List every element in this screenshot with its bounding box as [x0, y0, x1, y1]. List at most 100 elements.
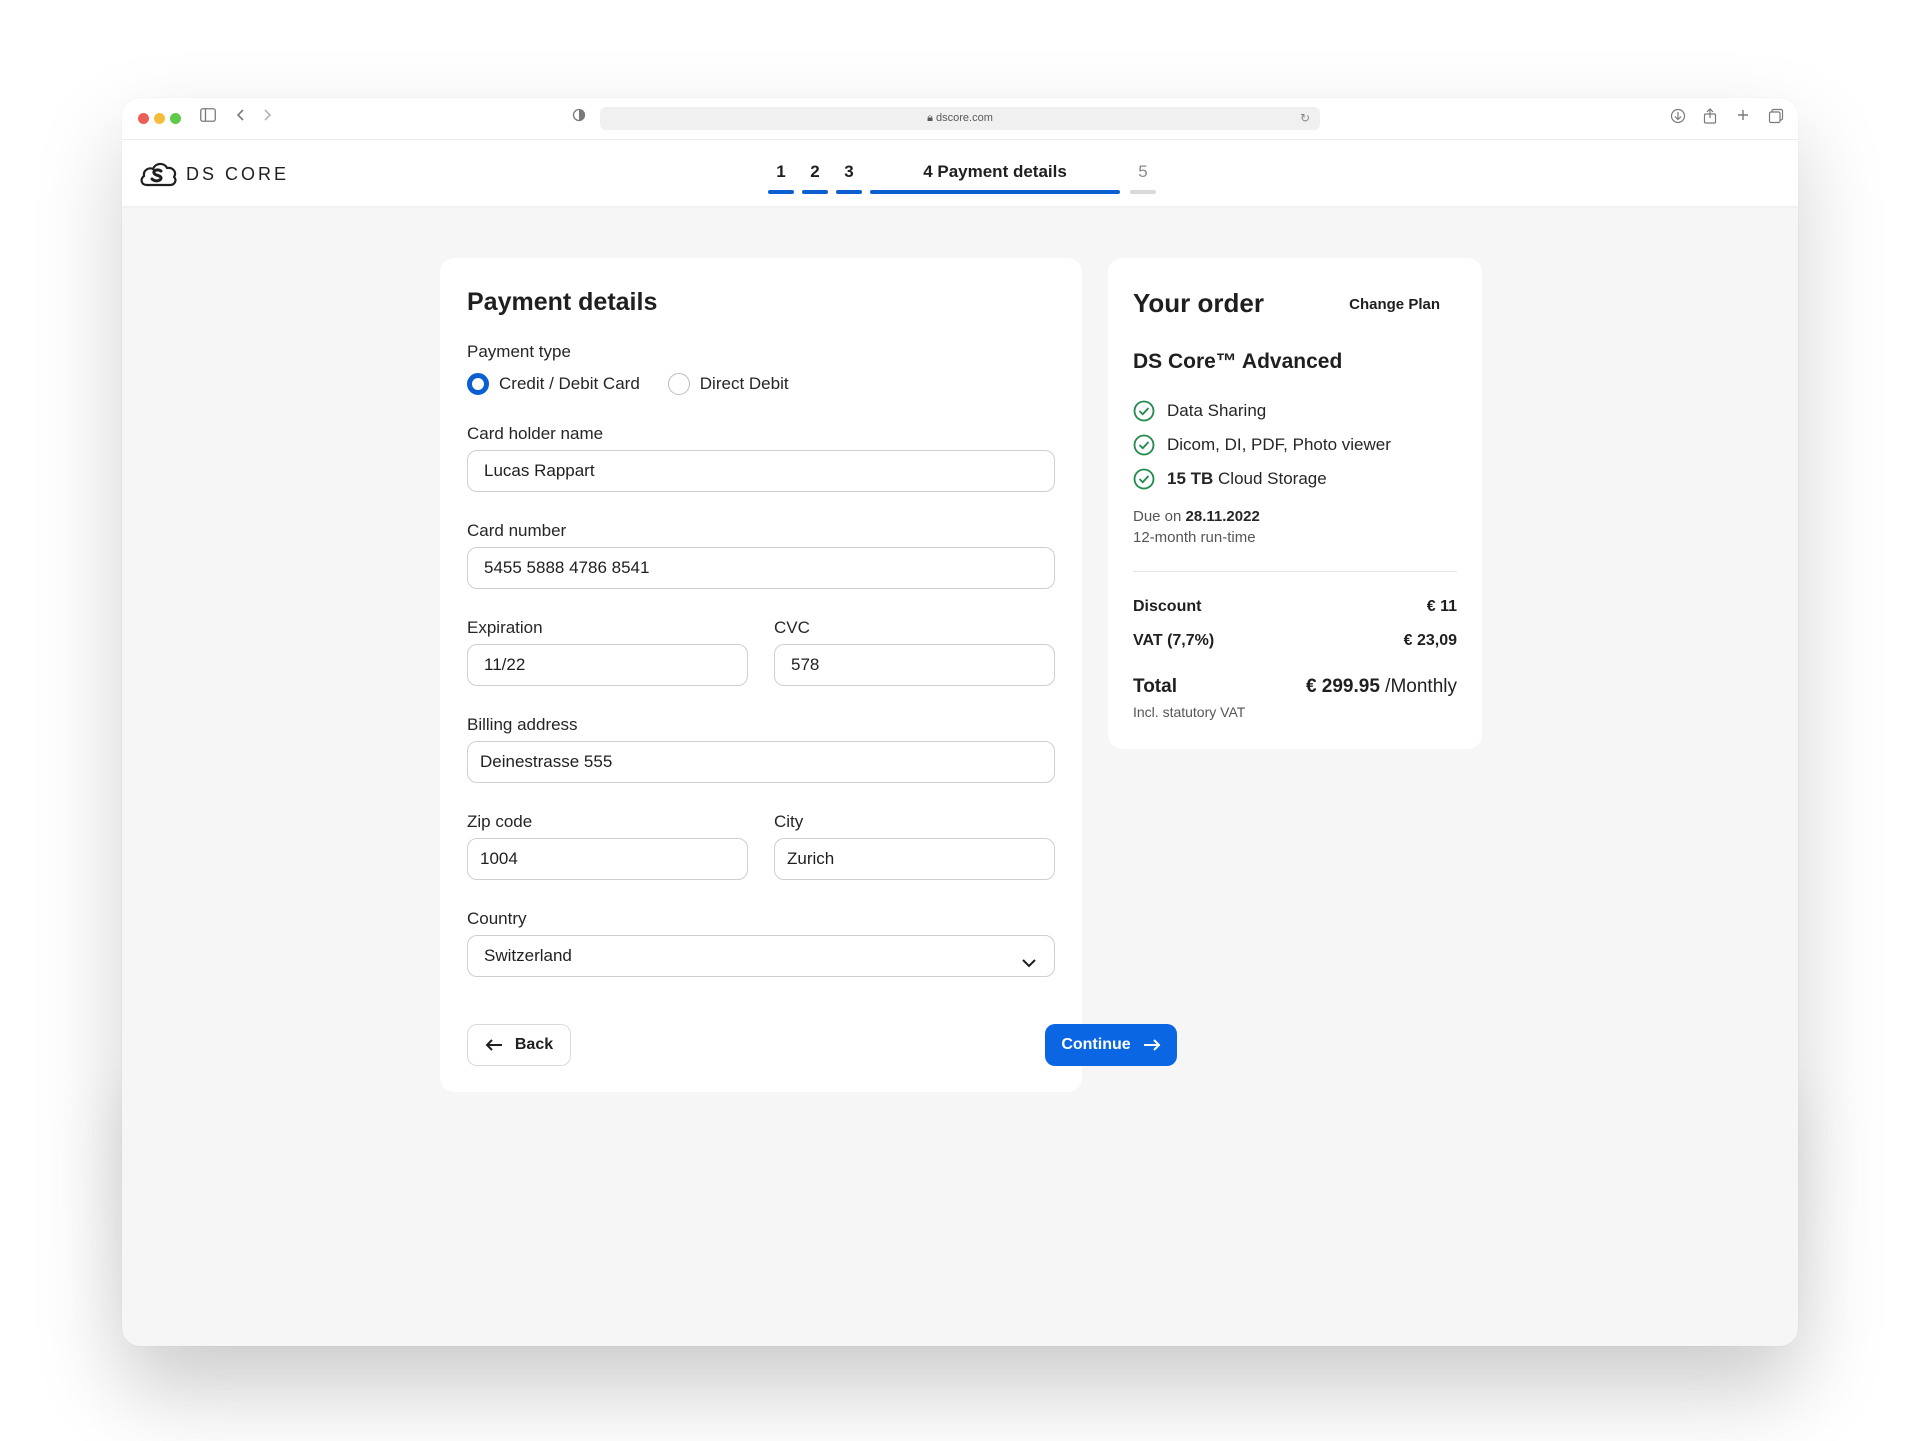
back-button[interactable]: Back: [467, 1024, 571, 1066]
step-indicator: [768, 190, 794, 194]
step-label: 4 Payment details: [923, 162, 1067, 181]
billing-address-label: Billing address: [467, 715, 578, 734]
check-circle-icon: [1133, 400, 1155, 422]
maximize-window-button[interactable]: [170, 113, 181, 124]
step-4-current[interactable]: 4 Payment details: [870, 160, 1120, 194]
step-indicator: [802, 190, 828, 194]
continue-label: Continue: [1061, 1036, 1131, 1053]
share-icon[interactable]: [1703, 108, 1717, 130]
continue-button[interactable]: Continue: [1045, 1024, 1177, 1066]
zip-code-input[interactable]: [467, 838, 748, 880]
country-select[interactable]: Switzerland: [467, 935, 1055, 977]
expiration-label: Expiration: [467, 618, 543, 637]
feature-text: Data Sharing: [1167, 401, 1267, 420]
discount-row: Discount € 11: [1133, 598, 1457, 616]
discount-value: € 11: [1426, 598, 1457, 615]
vat-row: VAT (7,7%) € 23,09: [1133, 632, 1457, 650]
new-tab-icon[interactable]: [1736, 108, 1750, 128]
country-label: Country: [467, 909, 527, 928]
card-holder-label: Card holder name: [467, 424, 604, 443]
ds-core-logo[interactable]: DS CORE: [138, 160, 289, 188]
step-indicator: [1130, 190, 1156, 194]
discount-label: Discount: [1133, 598, 1202, 615]
step-3[interactable]: 3: [836, 160, 862, 194]
payment-type-label: Payment type: [467, 342, 571, 361]
order-title: Your order: [1133, 288, 1264, 318]
step-indicator: [870, 190, 1120, 194]
feature-item: Dicom, DI, PDF, Photo viewer: [1133, 428, 1391, 462]
back-nav-icon[interactable]: [236, 108, 246, 128]
cvc-label: CVC: [774, 618, 810, 637]
step-5[interactable]: 5: [1130, 160, 1156, 194]
total-row: Total € 299.95 /Monthly: [1133, 676, 1457, 698]
plan-name: DS Core™ Advanced: [1133, 350, 1343, 373]
close-window-button[interactable]: [138, 113, 149, 124]
tab-overview-icon[interactable]: [1768, 108, 1784, 130]
due-date-line: Due on 28.11.2022: [1133, 508, 1260, 525]
total-label: Total: [1133, 676, 1177, 697]
billing-address-input[interactable]: [467, 741, 1055, 783]
radio-direct-debit[interactable]: Direct Debit: [667, 373, 789, 395]
feature-text: Dicom, DI, PDF, Photo viewer: [1167, 435, 1391, 454]
payment-title: Payment details: [467, 288, 658, 316]
total-period: /Monthly: [1379, 676, 1457, 697]
vat-label: VAT (7,7%): [1133, 632, 1215, 649]
expiration-input[interactable]: [467, 644, 748, 686]
minimize-window-button[interactable]: [154, 113, 165, 124]
order-summary-card: Your order Change Plan DS Core™ Advanced…: [1108, 258, 1482, 749]
logo-text: DS CORE: [186, 163, 290, 184]
step-label: 2: [810, 162, 820, 181]
app-header: DS CORE 1 2 3 4 Payment details 5: [122, 140, 1798, 206]
change-plan-link[interactable]: Change Plan: [1349, 296, 1440, 313]
feature-item: Data Sharing: [1133, 394, 1391, 428]
radio-credit-card[interactable]: Credit / Debit Card: [467, 373, 640, 395]
lock-icon: 🔒︎: [927, 112, 933, 124]
radio-unchecked-icon: [667, 373, 690, 395]
card-number-label: Card number: [467, 521, 567, 540]
reload-icon[interactable]: ↻: [1300, 107, 1310, 130]
city-input[interactable]: [774, 838, 1055, 880]
back-label: Back: [514, 1036, 554, 1053]
runtime-text: 12-month run-time: [1133, 529, 1256, 546]
cvc-input[interactable]: [774, 644, 1055, 686]
step-label: 3: [844, 162, 854, 181]
feature-text: 15 TB Cloud Storage: [1167, 469, 1327, 488]
chevron-down-icon: [1020, 947, 1038, 987]
arrow-left-icon: [485, 1039, 502, 1051]
step-label: 1: [776, 162, 786, 181]
card-number-input[interactable]: [467, 547, 1055, 589]
browser-window: 🔒︎ dscore.com ↻ DS CORE 1 2 3 4 Payment …: [122, 98, 1798, 1346]
step-indicator: [836, 190, 862, 194]
zip-code-label: Zip code: [467, 812, 533, 831]
check-circle-icon: [1133, 468, 1155, 490]
privacy-shield-icon[interactable]: [572, 108, 586, 128]
step-1[interactable]: 1: [768, 160, 794, 194]
progress-stepper: 1 2 3 4 Payment details 5: [768, 160, 1164, 194]
downloads-icon[interactable]: [1670, 108, 1686, 130]
total-amount: € 299.95 /Monthly: [1306, 676, 1457, 698]
country-value: Switzerland: [484, 946, 572, 965]
payment-type-group: Credit / Debit Card Direct Debit: [467, 373, 817, 395]
card-holder-input[interactable]: [467, 450, 1055, 492]
total-value: € 299.95: [1305, 676, 1380, 697]
due-info: Due on 28.11.2022 12-month run-time: [1133, 506, 1260, 548]
due-date: 28.11.2022: [1185, 508, 1260, 525]
browser-toolbar: 🔒︎ dscore.com ↻: [122, 98, 1798, 140]
cloud-logo-icon: [140, 162, 177, 187]
arrow-right-icon: [1143, 1039, 1161, 1051]
vat-value: € 23,09: [1403, 632, 1457, 649]
city-label: City: [774, 812, 804, 831]
radio-label: Direct Debit: [699, 374, 789, 393]
url-text: dscore.com: [936, 112, 993, 124]
forward-nav-icon[interactable]: [262, 108, 272, 128]
feature-list: Data Sharing Dicom, DI, PDF, Photo viewe…: [1133, 394, 1391, 496]
incl-vat-note: Incl. statutory VAT: [1133, 704, 1246, 720]
step-label: 5: [1138, 162, 1148, 181]
divider: [1133, 571, 1457, 572]
payment-details-card: Payment details Payment type Credit / De…: [440, 258, 1177, 1092]
address-bar[interactable]: 🔒︎ dscore.com ↻: [600, 107, 1320, 130]
step-2[interactable]: 2: [802, 160, 828, 194]
sidebar-toggle-icon[interactable]: [200, 108, 216, 128]
feature-item: 15 TB Cloud Storage: [1133, 462, 1391, 496]
radio-checked-icon: [467, 373, 489, 395]
